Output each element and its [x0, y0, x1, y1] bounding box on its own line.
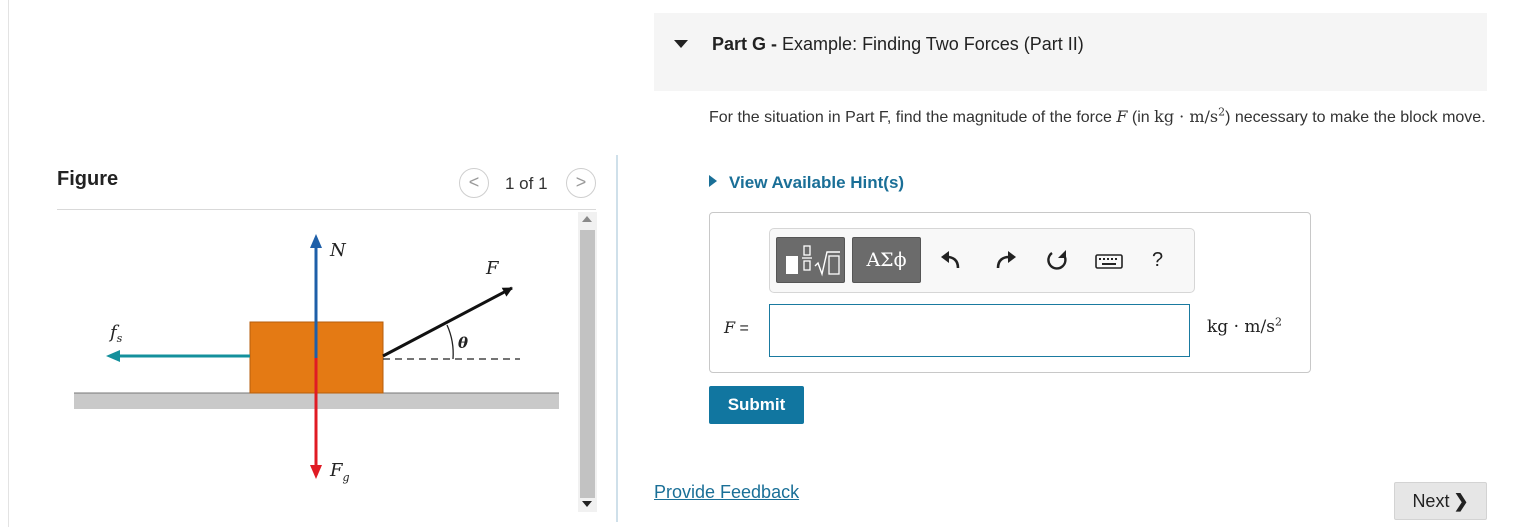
normal-force-label: N — [329, 240, 347, 261]
submit-button[interactable]: Submit — [709, 386, 804, 424]
keyboard-icon[interactable] — [1094, 248, 1124, 274]
friction-force-label: fs — [108, 322, 123, 345]
scroll-down-icon[interactable] — [582, 501, 592, 507]
gravity-arrowhead — [310, 465, 322, 479]
gravity-force-label: Fg — [329, 460, 350, 484]
answer-input[interactable] — [769, 304, 1190, 357]
applied-force-label: F — [485, 258, 500, 279]
help-icon[interactable]: ? — [1152, 249, 1163, 272]
panel-splitter[interactable] — [616, 155, 618, 522]
applied-force-arrow — [382, 286, 513, 358]
redo-icon[interactable] — [993, 248, 1019, 274]
undo-icon[interactable] — [938, 248, 964, 274]
templates-icon — [786, 245, 840, 277]
provide-feedback-link[interactable]: Provide Feedback — [654, 482, 799, 503]
question-prompt: For the situation in Part F, find the ma… — [709, 105, 1486, 126]
answer-unit: kg · m/s2 — [1207, 315, 1282, 337]
greek-letters-button[interactable]: ΑΣϕ — [852, 237, 921, 283]
angle-arc — [446, 324, 454, 360]
figure-pager-text: 1 of 1 — [505, 174, 548, 193]
answer-variable-label: F = — [724, 318, 749, 337]
prompt-unit: kg · m/s — [1154, 107, 1219, 126]
angle-label: θ — [458, 334, 468, 352]
view-hints-link[interactable]: View Available Hint(s) — [709, 173, 904, 193]
panel-border — [8, 0, 9, 527]
friction-arrowhead — [106, 350, 120, 362]
force-symbol: F — [1116, 107, 1128, 126]
part-header[interactable]: Part G - Example: Finding Two Forces (Pa… — [654, 13, 1487, 91]
reset-icon[interactable] — [1044, 248, 1070, 274]
expand-caret-icon — [709, 175, 717, 187]
figure-divider — [57, 209, 596, 210]
normal-arrowhead — [310, 234, 322, 248]
next-button[interactable]: Next ❯ — [1394, 482, 1487, 520]
prev-figure-button[interactable]: < — [459, 168, 489, 198]
math-toolbar: ΑΣϕ ? — [769, 228, 1195, 293]
part-title: Part G - Example: Finding Two Forces (Pa… — [712, 34, 1084, 55]
scroll-up-icon[interactable] — [582, 216, 592, 222]
scrollbar-thumb[interactable] — [580, 230, 595, 498]
figure-title: Figure — [57, 168, 119, 190]
figure-scrollbar[interactable] — [578, 212, 597, 512]
figure-panel: Figure < 1 of 1 > N F θ fs Fg — [0, 0, 618, 527]
templates-button[interactable] — [776, 237, 845, 283]
part-separator: - — [766, 34, 783, 54]
answer-area: ΑΣϕ ? F = kg · m/s2 — [709, 212, 1311, 373]
part-label: Part G — [712, 34, 767, 54]
part-name: Example: Finding Two Forces (Part II) — [782, 34, 1084, 54]
free-body-diagram: N F θ fs Fg — [74, 234, 559, 484]
chevron-right-icon: ❯ — [1453, 490, 1469, 511]
next-figure-button[interactable]: > — [566, 168, 596, 198]
collapse-caret-icon[interactable] — [674, 40, 688, 48]
